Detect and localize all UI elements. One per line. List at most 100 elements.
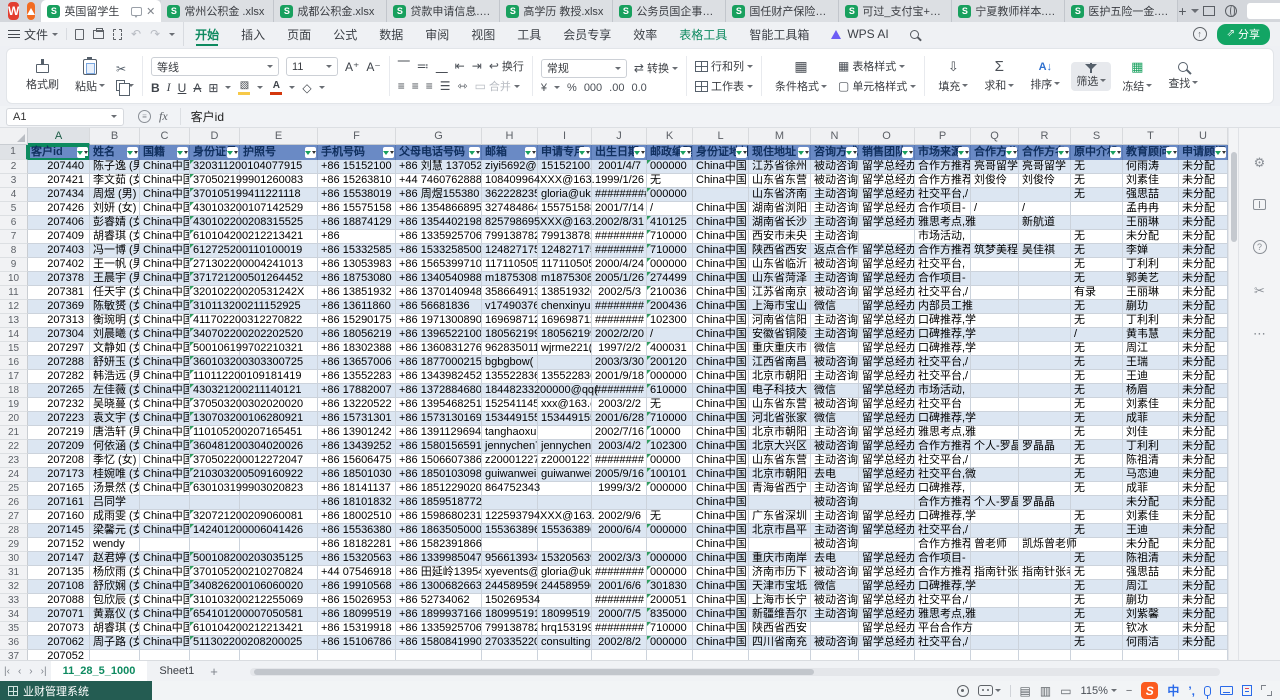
cell[interactable]: 无 <box>1071 356 1123 370</box>
cell[interactable]: bgbgbow( <box>482 356 538 370</box>
cell[interactable]: 山东省济南 <box>749 188 811 202</box>
header-cell-R[interactable]: 合作方名 <box>1019 145 1071 160</box>
increase-indent-icon[interactable]: ⇥ <box>472 59 482 73</box>
cell[interactable]: 刘晨曦 (女 <box>90 328 140 342</box>
cell[interactable]: 山东省东营 <box>749 398 811 412</box>
cell[interactable]: ######## <box>592 244 647 258</box>
cell[interactable]: 未分配 <box>1179 370 1228 384</box>
share-button[interactable]: ⇗分享 <box>1217 24 1270 45</box>
fill-color-button[interactable]: ▧ <box>238 81 250 95</box>
cell[interactable]: 王迪 <box>1123 370 1179 384</box>
cell[interactable]: 亮哥留学 <box>971 160 1019 174</box>
fx-icon[interactable]: fx <box>159 109 168 124</box>
cell[interactable]: 411702200312270822 <box>190 314 240 328</box>
cell[interactable]: +86 15319918 <box>318 622 396 636</box>
cell[interactable]: 北京大兴区 <box>749 440 811 454</box>
search-icon[interactable] <box>910 30 919 39</box>
cell[interactable]: 主动咨询 <box>811 482 859 496</box>
cell[interactable] <box>1019 482 1071 496</box>
cell[interactable]: 主动咨询 <box>811 216 859 230</box>
cell[interactable] <box>1019 342 1071 356</box>
cell[interactable]: 舒欣娴 (女 <box>90 580 140 594</box>
cell[interactable]: China中国 <box>140 426 190 440</box>
cell[interactable]: consultingx <box>538 636 592 650</box>
cell[interactable]: 无 <box>1071 258 1123 272</box>
cell[interactable] <box>1019 188 1071 202</box>
cell[interactable]: 630103199903020823 <box>190 482 240 496</box>
docer-icon[interactable] <box>27 2 35 20</box>
cell[interactable]: 社交平台,/ <box>915 370 971 384</box>
cell[interactable]: 留学总经办 <box>859 440 915 454</box>
cell[interactable]: +86 1851229020 <box>396 482 482 496</box>
name-box[interactable]: A1 <box>6 108 124 126</box>
cell[interactable] <box>1019 636 1071 650</box>
cell[interactable]: 000000 <box>647 370 693 384</box>
cell[interactable] <box>971 328 1019 342</box>
cell[interactable]: 无 <box>1071 580 1123 594</box>
cell[interactable]: +86 1391129694 <box>396 426 482 440</box>
cell[interactable]: 王迪 <box>1123 524 1179 538</box>
cell[interactable]: 衡琬明 (女 <box>90 314 140 328</box>
cell[interactable] <box>538 356 592 370</box>
cell[interactable]: 合作项目- <box>915 272 971 286</box>
cell[interactable]: +86 1335925706 <box>396 230 482 244</box>
cell[interactable]: 130703200106280921 <box>190 412 240 426</box>
cell[interactable]: 370105199411221118 <box>190 188 240 202</box>
cell[interactable]: m1875308( <box>482 272 538 286</box>
cell[interactable]: 未分配 <box>1179 328 1228 342</box>
cell[interactable]: guiwanwei <box>482 468 538 482</box>
cell[interactable]: 刘素佳 <box>1123 510 1179 524</box>
cell[interactable]: 无 <box>1071 272 1123 286</box>
cell[interactable]: 207173 <box>28 468 90 482</box>
cell[interactable]: 2001/6/6 <box>592 580 647 594</box>
cell[interactable]: 32010220020531242X <box>190 286 240 300</box>
cell[interactable]: 207378 <box>28 272 90 286</box>
cell[interactable]: guiwanwei <box>538 468 592 482</box>
cell[interactable]: 青海省西宁 <box>749 482 811 496</box>
header-cell-I[interactable]: 申请专用 <box>538 145 592 160</box>
column-header-O[interactable]: O <box>859 128 915 145</box>
cell[interactable]: 无 <box>1071 468 1123 482</box>
tab-smart-toolbox[interactable]: 智能工具箱 <box>738 22 820 46</box>
cell[interactable]: 未分配 <box>1123 230 1179 244</box>
document-tab[interactable]: S英国留学生✕ <box>41 0 161 22</box>
filter-dropdown-icon[interactable] <box>525 147 536 158</box>
cell[interactable]: z20001227 <box>482 454 538 468</box>
cell[interactable]: China中国 <box>140 580 190 594</box>
cell[interactable]: 无 <box>1071 454 1123 468</box>
cell[interactable]: China中国 <box>140 370 190 384</box>
cell[interactable]: 合作方推荐 <box>915 538 971 552</box>
increase-font-icon[interactable]: A⁺ <box>345 60 359 74</box>
increase-decimal-button[interactable]: .00 <box>609 82 624 94</box>
cell[interactable]: 153449155 <box>482 412 538 426</box>
cell[interactable]: 留学总经办 <box>859 188 915 202</box>
cell[interactable]: China中国 <box>693 328 749 342</box>
cell[interactable]: 未分配 <box>1179 622 1228 636</box>
cell[interactable]: 956613934 <box>482 552 538 566</box>
row-number[interactable]: 24 <box>0 468 28 482</box>
cell[interactable] <box>811 650 859 660</box>
cell[interactable]: 2002/3/3 <box>592 552 647 566</box>
row-number[interactable]: 30 <box>0 552 28 566</box>
column-header-B[interactable]: B <box>90 128 140 145</box>
cell[interactable] <box>1019 384 1071 398</box>
cell[interactable]: 成雨雯 (女 <box>90 510 140 524</box>
cell[interactable]: 黄韦慧 <box>1123 328 1179 342</box>
cell[interactable]: 微信 <box>811 580 859 594</box>
cell[interactable]: China中国 <box>693 342 749 356</box>
cell[interactable] <box>1019 412 1071 426</box>
column-header-P[interactable]: P <box>915 128 971 145</box>
cell[interactable]: 无 <box>1071 384 1123 398</box>
cell[interactable]: 207403 <box>28 244 90 258</box>
cell[interactable]: 合作方推荐 <box>915 566 971 580</box>
cell[interactable]: 孟冉冉 <box>1123 202 1179 216</box>
cell[interactable] <box>1019 314 1071 328</box>
cell[interactable] <box>1019 552 1071 566</box>
cell[interactable]: 无 <box>1071 230 1123 244</box>
cell[interactable]: 被动咨询 <box>811 440 859 454</box>
cell[interactable] <box>1019 454 1071 468</box>
cell[interactable] <box>1071 538 1123 552</box>
cell[interactable]: 留学总经办 <box>859 622 915 636</box>
cell[interactable]: 何依涵 (女 <box>90 440 140 454</box>
cell[interactable]: China中国 <box>693 622 749 636</box>
